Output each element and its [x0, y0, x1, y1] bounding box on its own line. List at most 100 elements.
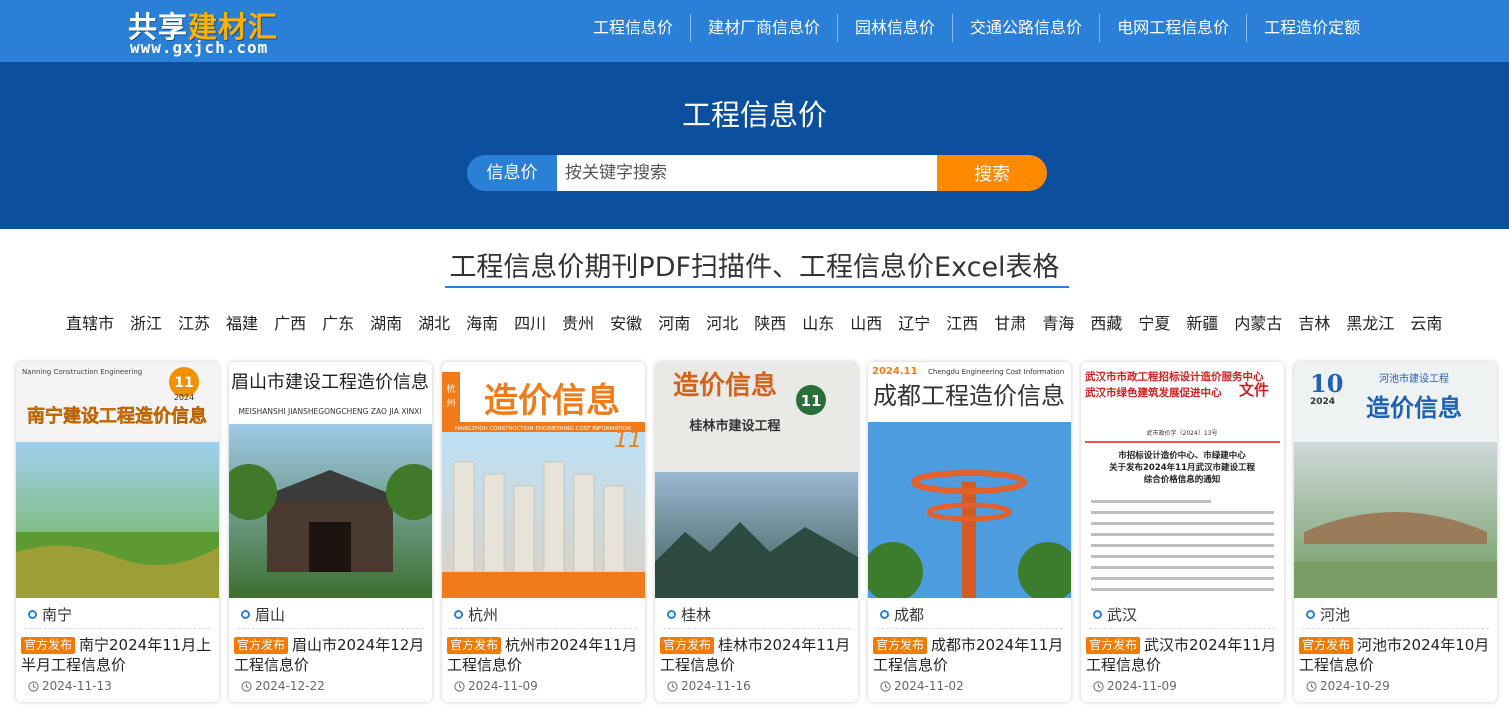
search-bar: 信息价 搜索 — [467, 155, 1047, 191]
journal-cover-image[interactable]: Nanning Construction Engineering 11 2024 南宁… — [16, 362, 219, 598]
province-link[interactable]: 江苏 — [170, 313, 218, 335]
journal-card[interactable]: Nanning Construction Engineering 11 2024 南宁… — [16, 362, 219, 702]
search-button[interactable]: 搜索 — [937, 155, 1047, 191]
card-title-link[interactable]: 官方发布 南宁2024年11月上半月工程信息价 — [21, 635, 216, 675]
nav-item-cost-quota[interactable]: 工程造价定额 — [1247, 14, 1377, 42]
card-date: 2024-12-22 — [241, 679, 325, 693]
site-logo[interactable]: 共享建材汇 www.gxjch.com — [128, 4, 308, 60]
location-dot-icon — [454, 610, 463, 619]
section-title-underline — [445, 286, 1069, 288]
province-link[interactable]: 河南 — [650, 313, 698, 335]
province-link[interactable]: 吉林 — [1290, 313, 1338, 335]
journal-card[interactable]: 杭州 造价信息 HANGZHOU CONSTRUCTION ENGINEERING … — [442, 362, 645, 702]
province-link[interactable]: 河北 — [698, 313, 746, 335]
nav-item-manufacturer-price[interactable]: 建材厂商信息价 — [691, 14, 839, 42]
province-link[interactable]: 西藏 — [1082, 313, 1130, 335]
journal-card[interactable]: 10 2024 河池市建设工程 造价信息 河池 官方发布 河池市2024年10月工程信息价 2… — [1294, 362, 1497, 702]
card-date-label: 2024-10-29 — [1320, 679, 1390, 693]
card-city-label: 眉山 — [255, 606, 286, 624]
card-divider — [24, 628, 211, 629]
card-divider — [450, 628, 637, 629]
province-link[interactable]: 甘肃 — [986, 313, 1034, 335]
svg-text:造价信息: 造价信息 — [1366, 394, 1462, 422]
card-city: 武汉 — [1093, 604, 1137, 625]
svg-text:成都工程造价信息: 成都工程造价信息 — [873, 382, 1065, 410]
section-title: 工程信息价期刊PDF扫描件、工程信息价Excel表格 — [449, 252, 1060, 283]
journal-card[interactable]: 眉山市建设工程造价信息 MEISHANSHI JIANSHEGONGCHENG Z… — [229, 362, 432, 702]
province-link[interactable]: 青海 — [1034, 313, 1082, 335]
hero-banner: 工程信息价 信息价 搜索 — [0, 62, 1509, 229]
svg-text:文件: 文件 — [1239, 381, 1269, 399]
clock-icon — [667, 680, 678, 692]
card-city-label: 武汉 — [1107, 606, 1138, 624]
province-link[interactable]: 陕西 — [746, 313, 794, 335]
nav-item-garden-price[interactable]: 园林信息价 — [838, 14, 954, 42]
journal-cover-image[interactable]: 眉山市建设工程造价信息 MEISHANSHI JIANSHEGONGCHENG Z… — [229, 362, 432, 598]
province-link[interactable]: 黑龙江 — [1338, 313, 1402, 335]
card-date-label: 2024-12-22 — [255, 679, 325, 693]
official-badge: 官方发布 — [660, 637, 715, 654]
journal-card[interactable]: 2024.11 Chengdu Engineering Cost Informat… — [868, 362, 1071, 702]
card-date: 2024-11-16 — [667, 679, 751, 693]
search-input[interactable] — [557, 155, 937, 191]
journal-cover-image[interactable]: 10 2024 河池市建设工程 造价信息 — [1294, 362, 1497, 598]
journal-cover-image[interactable]: 武汉市市政工程招标设计造价服务中心 武汉市绿色建筑发展促进中心 文件武市政价字〔20… — [1081, 362, 1284, 598]
nav-item-engineering-price[interactable]: 工程信息价 — [576, 14, 692, 42]
province-link[interactable]: 浙江 — [122, 313, 170, 335]
province-link[interactable]: 江西 — [938, 313, 986, 335]
province-link[interactable]: 湖北 — [410, 313, 458, 335]
official-badge: 官方发布 — [234, 637, 289, 654]
province-link[interactable]: 安徽 — [602, 313, 650, 335]
province-link[interactable]: 贵州 — [554, 313, 602, 335]
nav-item-grid-price[interactable]: 电网工程信息价 — [1100, 14, 1248, 42]
province-link[interactable]: 广西 — [266, 313, 314, 335]
search-category-label[interactable]: 信息价 — [467, 155, 557, 191]
card-date-label: 2024-11-02 — [894, 679, 964, 693]
svg-text:2024: 2024 — [174, 393, 194, 402]
svg-text:武市政价字〔2024〕13号: 武市政价字〔2024〕13号 — [1147, 429, 1218, 437]
card-title-link[interactable]: 官方发布 武汉市2024年11月工程信息价 — [1086, 635, 1281, 675]
logo-domain: www.gxjch.com — [130, 38, 269, 57]
nav-item-highway-price[interactable]: 交通公路信息价 — [953, 14, 1101, 42]
official-badge: 官方发布 — [447, 637, 502, 654]
card-date-label: 2024-11-13 — [42, 679, 112, 693]
journal-cover-image[interactable]: 杭州 造价信息 HANGZHOU CONSTRUCTION ENGINEERING … — [442, 362, 645, 598]
province-link[interactable]: 宁夏 — [1130, 313, 1178, 335]
svg-text:武汉市绿色建筑发展促进中心: 武汉市绿色建筑发展促进中心 — [1085, 386, 1222, 399]
svg-text:杭: 杭 — [446, 383, 455, 395]
svg-text:关于发布2024年11月武汉市建设工程: 关于发布2024年11月武汉市建设工程 — [1109, 462, 1255, 473]
card-divider — [1302, 628, 1489, 629]
province-link[interactable]: 内蒙古 — [1226, 313, 1290, 335]
page-title: 工程信息价 — [681, 98, 827, 132]
svg-text:综合价格信息的通知: 综合价格信息的通知 — [1144, 474, 1221, 485]
card-title-link[interactable]: 官方发布 桂林市2024年11月工程信息价 — [660, 635, 855, 675]
journal-card[interactable]: 造价信息 11 桂林市建设工程桂林官方发布 桂林市2024年11月工程信息价 2024-… — [655, 362, 858, 702]
card-city-label: 杭州 — [468, 606, 499, 624]
province-link[interactable]: 山东 — [794, 313, 842, 335]
province-link[interactable]: 四川 — [506, 313, 554, 335]
province-link[interactable]: 福建 — [218, 313, 266, 335]
card-title-link[interactable]: 官方发布 杭州市2024年11月工程信息价 — [447, 635, 642, 675]
clock-icon — [1093, 680, 1104, 692]
journal-cover-image[interactable]: 造价信息 11 桂林市建设工程 — [655, 362, 858, 598]
province-link[interactable]: 直辖市 — [58, 313, 122, 335]
province-link[interactable]: 新疆 — [1178, 313, 1226, 335]
card-title-link[interactable]: 官方发布 眉山市2024年12月工程信息价 — [234, 635, 429, 675]
card-date: 2024-11-13 — [28, 679, 112, 693]
card-city: 桂林 — [667, 604, 711, 625]
province-link[interactable]: 广东 — [314, 313, 362, 335]
province-link[interactable]: 山西 — [842, 313, 890, 335]
card-date: 2024-11-09 — [1093, 679, 1177, 693]
svg-text:眉山市建设工程造价信息: 眉山市建设工程造价信息 — [231, 372, 429, 393]
province-link[interactable]: 海南 — [458, 313, 506, 335]
svg-text:州: 州 — [446, 398, 455, 409]
svg-text:武汉市市政工程招标设计造价服务中心: 武汉市市政工程招标设计造价服务中心 — [1085, 370, 1264, 383]
svg-text:Nanning Construction Engineeri: Nanning Construction Engineering — [22, 368, 142, 376]
journal-card[interactable]: 武汉市市政工程招标设计造价服务中心 武汉市绿色建筑发展促进中心 文件武市政价字〔20… — [1081, 362, 1284, 702]
card-title-link[interactable]: 官方发布 河池市2024年10月工程信息价 — [1299, 635, 1494, 675]
province-link[interactable]: 辽宁 — [890, 313, 938, 335]
province-link[interactable]: 湖南 — [362, 313, 410, 335]
journal-cover-image[interactable]: 2024.11 Chengdu Engineering Cost Informat… — [868, 362, 1071, 598]
card-title-link[interactable]: 官方发布 成都市2024年11月工程信息价 — [873, 635, 1068, 675]
province-link[interactable]: 云南 — [1402, 313, 1450, 335]
